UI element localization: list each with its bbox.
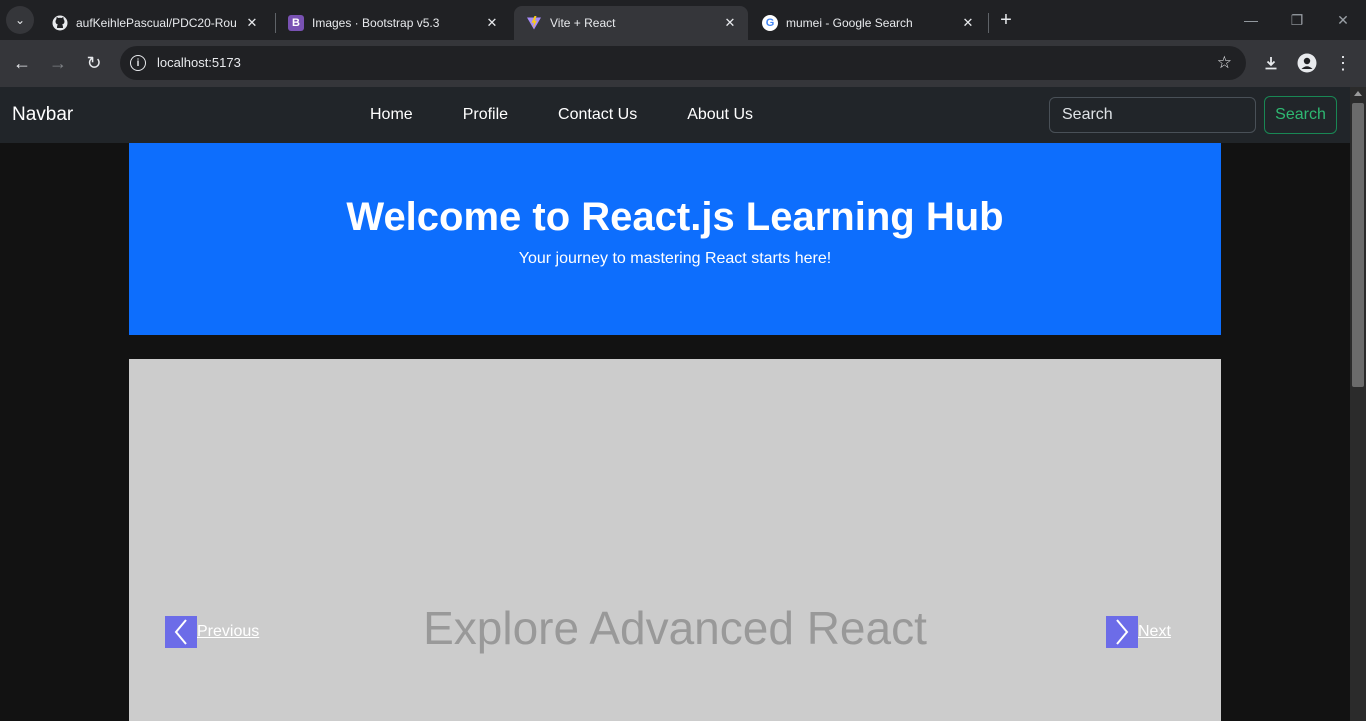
browser-tab-github[interactable]: aufKeihlePascual/PDC20-Routing ✕ (40, 6, 270, 40)
hero-banner: Welcome to React.js Learning Hub Your jo… (129, 143, 1221, 335)
scroll-up-arrow-icon[interactable] (1354, 91, 1362, 96)
page-scrollbar[interactable] (1350, 87, 1366, 721)
download-icon[interactable] (1256, 48, 1286, 78)
browser-tabstrip: ⌄ aufKeihlePascual/PDC20-Routing ✕ B Ima… (0, 0, 1366, 40)
carousel-previous-control[interactable]: Previous (165, 616, 259, 648)
nav-link-home[interactable]: Home (345, 106, 438, 124)
carousel-next-control[interactable]: Next (1106, 616, 1171, 648)
chevron-right-icon[interactable] (1106, 616, 1138, 648)
bookmark-star-icon[interactable]: ☆ (1217, 53, 1232, 73)
search-input[interactable] (1049, 97, 1256, 133)
search-button[interactable]: Search (1264, 96, 1337, 134)
carousel-previous-label[interactable]: Previous (197, 623, 259, 641)
close-tab-icon[interactable]: ✕ (484, 15, 500, 31)
nav-link-contact-us[interactable]: Contact Us (533, 106, 662, 124)
new-tab-plus-icon[interactable]: + (994, 8, 1018, 32)
carousel-next-label[interactable]: Next (1138, 623, 1171, 641)
google-icon: G (762, 15, 778, 31)
browser-tab-google[interactable]: G mumei - Google Search ✕ (750, 6, 986, 40)
nav-links: Home Profile Contact Us About Us (345, 87, 778, 143)
chevron-left-icon[interactable] (165, 616, 197, 648)
carousel: Explore Advanced React Previous Next (129, 359, 1221, 721)
site-navbar: Navbar Home Profile Contact Us About Us … (0, 87, 1350, 143)
nav-link-about-us[interactable]: About Us (662, 106, 778, 124)
github-icon (52, 15, 68, 31)
nav-link-profile[interactable]: Profile (438, 106, 533, 124)
back-arrow-icon[interactable]: ← (7, 48, 37, 78)
site-info-icon[interactable]: i (130, 55, 146, 71)
minimize-icon[interactable]: — (1228, 0, 1274, 40)
close-tab-icon[interactable]: ✕ (960, 15, 976, 31)
hero-title: Welcome to React.js Learning Hub (346, 195, 1004, 239)
navbar-brand[interactable]: Navbar (12, 104, 73, 126)
window-close-icon[interactable]: ✕ (1320, 0, 1366, 40)
hero-subtitle: Your journey to mastering React starts h… (518, 250, 832, 267)
close-tab-icon[interactable]: ✕ (244, 15, 260, 31)
scrollbar-thumb[interactable] (1352, 103, 1364, 387)
browser-tab-bootstrap[interactable]: B Images · Bootstrap v5.3 ✕ (276, 6, 510, 40)
vite-icon (526, 15, 542, 31)
tab-title: aufKeihlePascual/PDC20-Routing (76, 16, 236, 30)
restore-icon[interactable]: ❐ (1274, 0, 1320, 40)
address-url[interactable]: localhost:5173 (157, 55, 241, 70)
forward-arrow-icon[interactable]: → (43, 48, 73, 78)
menu-kebab-icon[interactable]: ⋮ (1328, 48, 1358, 78)
tab-search-chevron-icon[interactable]: ⌄ (6, 6, 34, 34)
tab-divider (988, 13, 989, 33)
tab-title: Vite + React (550, 16, 616, 30)
tab-title: mumei - Google Search (786, 16, 913, 30)
browser-tab-vite-react[interactable]: Vite + React ✕ (514, 6, 748, 40)
page-viewport: Navbar Home Profile Contact Us About Us … (0, 87, 1350, 721)
close-tab-icon[interactable]: ✕ (722, 15, 738, 31)
browser-toolbar: ← → ↻ i localhost:5173 ☆ ⋮ (0, 40, 1366, 87)
address-bar[interactable]: i localhost:5173 ☆ (120, 46, 1246, 80)
carousel-slide-caption: Explore Advanced React (423, 602, 927, 654)
bootstrap-icon: B (288, 15, 304, 31)
reload-icon[interactable]: ↻ (79, 48, 109, 78)
profile-avatar-icon[interactable] (1292, 48, 1322, 78)
tab-title: Images · Bootstrap v5.3 (312, 16, 440, 30)
